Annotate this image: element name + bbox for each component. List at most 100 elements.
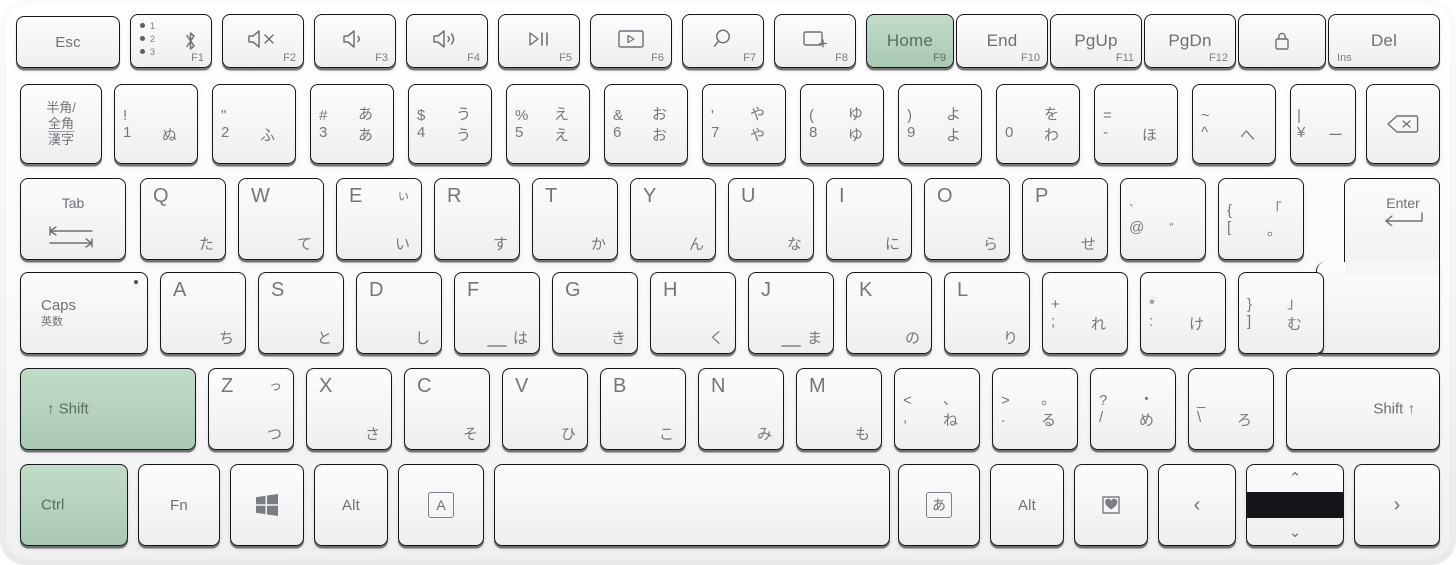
key-bluetooth-f1[interactable]: 1 2 3 F1	[130, 14, 212, 68]
key-alt-left[interactable]: Alt	[314, 464, 388, 546]
key-e[interactable]: E ぃ い	[336, 178, 422, 260]
boxed-a-kana-icon: あ	[926, 492, 952, 518]
key-f4-sublabel: F4	[467, 52, 480, 64]
key-0[interactable]: を 0 わ	[996, 84, 1080, 164]
key-8[interactable]: ( ゆ 8 ゆ	[800, 84, 884, 164]
key-slash[interactable]: ? ・ / め	[1090, 368, 1176, 450]
key-volume-down-f3[interactable]: F3	[314, 14, 396, 68]
key-v-kana: ひ	[560, 426, 576, 443]
key-d[interactable]: D し	[356, 272, 442, 354]
key-b[interactable]: B こ	[600, 368, 686, 450]
key-7-shift: '	[711, 107, 714, 124]
key-delete-insert[interactable]: Del Ins	[1328, 14, 1440, 68]
key-hankaku-zenkaku[interactable]: 半角/ 全角 漢字	[20, 84, 102, 164]
key-media-f6[interactable]: F6	[590, 14, 672, 68]
key-m[interactable]: M も	[796, 368, 882, 450]
key-shift-right[interactable]: Shift ↑	[1286, 368, 1440, 450]
key-eisu-a[interactable]: A	[398, 464, 484, 546]
key-m-roman: M	[809, 375, 826, 397]
key-bracket-right[interactable]: } 」 ] む	[1238, 272, 1324, 354]
key-g[interactable]: G き	[552, 272, 638, 354]
key-p[interactable]: P せ	[1022, 178, 1108, 260]
key-arrow-up-down[interactable]: ⌃ ⌄	[1246, 464, 1344, 546]
key-space[interactable]	[494, 464, 890, 546]
key-s[interactable]: S と	[258, 272, 344, 354]
key-volume-up-f4[interactable]: F4	[406, 14, 488, 68]
key-w[interactable]: W て	[238, 178, 324, 260]
key-6[interactable]: & お 6 お	[604, 84, 688, 164]
key-colon-kana-shift	[1184, 277, 1219, 313]
key-y-kana: ん	[688, 236, 704, 253]
key-minus[interactable]: = - ほ	[1094, 84, 1178, 164]
key-alt-right[interactable]: Alt	[990, 464, 1064, 546]
key-ctrl[interactable]: Ctrl	[20, 464, 128, 546]
key-colon[interactable]: * : け	[1140, 272, 1226, 354]
key-v[interactable]: V ひ	[502, 368, 588, 450]
key-semicolon[interactable]: + ; れ	[1042, 272, 1128, 354]
key-o[interactable]: O ら	[924, 178, 1010, 260]
key-2[interactable]: " 2 ふ	[212, 84, 296, 164]
key-backspace[interactable]	[1366, 84, 1440, 164]
key-3-base: 3	[319, 124, 328, 141]
key-5[interactable]: % え 5 え	[506, 84, 590, 164]
key-x[interactable]: X さ	[306, 368, 392, 450]
key-bracket-left[interactable]: { 「 [ 。	[1218, 178, 1304, 260]
key-7[interactable]: ' や 7 や	[702, 84, 786, 164]
key-new-window-f8[interactable]: F8	[774, 14, 856, 68]
key-colon-labels: * : け	[1141, 273, 1225, 353]
hankaku-line3: 漢字	[47, 132, 74, 148]
key-u[interactable]: U な	[728, 178, 814, 260]
key-at[interactable]: ` @ ゛	[1120, 178, 1206, 260]
key-end-f10[interactable]: End F10	[956, 14, 1048, 68]
key-9[interactable]: ) よ 9 よ	[898, 84, 982, 164]
key-windows[interactable]	[230, 464, 304, 546]
key-mute-f2[interactable]: F2	[222, 14, 304, 68]
key-lock[interactable]	[1238, 14, 1326, 68]
key-8-kana: ゆ	[848, 127, 864, 144]
key-play-pause-f5[interactable]: F5	[498, 14, 580, 68]
key-i[interactable]: I に	[826, 178, 912, 260]
key-comma-labels: < 、 , ね	[895, 369, 979, 449]
key-y[interactable]: Y ん	[630, 178, 716, 260]
key-at-labels: ` @ ゛	[1121, 179, 1205, 259]
key-j[interactable]: J ま	[748, 272, 834, 354]
key-yen[interactable]: | ¥ ー	[1290, 84, 1356, 164]
key-search-f7[interactable]: F7	[682, 14, 764, 68]
key-fn[interactable]: Fn	[138, 464, 220, 546]
key-1[interactable]: ! 1 ぬ	[114, 84, 198, 164]
key-backslash-ro[interactable]: _ \ ろ	[1188, 368, 1274, 450]
key-t[interactable]: T か	[532, 178, 618, 260]
key-a[interactable]: A ち	[160, 272, 246, 354]
key-pgup-f11[interactable]: PgUp F11	[1050, 14, 1142, 68]
key-caret[interactable]: ~ ^ へ	[1192, 84, 1276, 164]
key-4[interactable]: $ う 4 う	[408, 84, 492, 164]
key-kana-a[interactable]: あ	[898, 464, 980, 546]
key-b-roman: B	[613, 375, 627, 397]
key-home-f9[interactable]: Home F9	[866, 14, 954, 68]
key-arrow-left[interactable]: ‹	[1158, 464, 1236, 546]
key-colon-shift: *	[1149, 296, 1155, 313]
key-favorite[interactable]	[1074, 464, 1148, 546]
key-l[interactable]: L り	[944, 272, 1030, 354]
key-6-shift: &	[613, 107, 624, 124]
key-f[interactable]: F は	[454, 272, 540, 354]
key-tab[interactable]: Tab	[20, 178, 126, 260]
key-c[interactable]: C そ	[404, 368, 490, 450]
key-h[interactable]: H く	[650, 272, 736, 354]
arrow-up-icon[interactable]: ⌃	[1247, 465, 1343, 492]
key-3[interactable]: # あ 3 あ	[310, 84, 394, 164]
key-z[interactable]: Z っ つ	[208, 368, 294, 450]
key-arrow-right[interactable]: ›	[1354, 464, 1440, 546]
key-period[interactable]: > 。 . る	[992, 368, 1078, 450]
key-k[interactable]: K の	[846, 272, 932, 354]
key-capslock[interactable]: Caps 英数	[20, 272, 148, 354]
key-shift-left[interactable]: ↑ Shift	[20, 368, 196, 450]
key-pgdn-f12[interactable]: PgDn F12	[1144, 14, 1236, 68]
key-n[interactable]: N み	[698, 368, 784, 450]
key-r[interactable]: R す	[434, 178, 520, 260]
key-q[interactable]: Q た	[140, 178, 226, 260]
arrow-down-icon[interactable]: ⌄	[1247, 518, 1343, 545]
key-enter[interactable]: Enter	[1316, 178, 1440, 354]
key-esc[interactable]: Esc	[16, 16, 120, 68]
key-comma[interactable]: < 、 , ね	[894, 368, 980, 450]
